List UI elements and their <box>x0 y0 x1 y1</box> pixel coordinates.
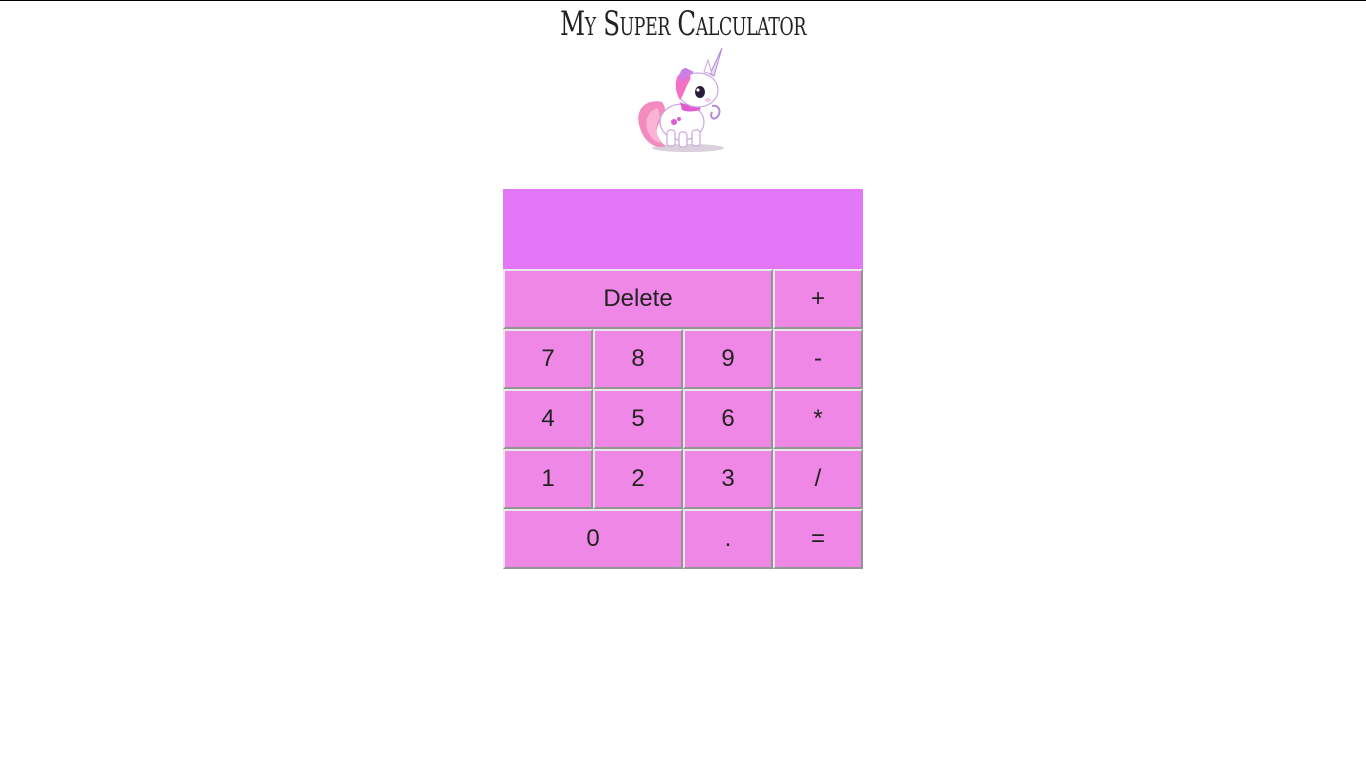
plus-button[interactable]: + <box>773 269 863 329</box>
calculator-display <box>503 189 863 269</box>
digit-0-button[interactable]: 0 <box>503 509 683 569</box>
digit-2-button[interactable]: 2 <box>593 449 683 509</box>
equals-button[interactable]: = <box>773 509 863 569</box>
delete-button[interactable]: Delete <box>503 269 773 329</box>
decimal-point-button[interactable]: . <box>683 509 773 569</box>
digit-8-button[interactable]: 8 <box>593 329 683 389</box>
digit-7-button[interactable]: 7 <box>503 329 593 389</box>
digit-3-button[interactable]: 3 <box>683 449 773 509</box>
digit-5-button[interactable]: 5 <box>593 389 683 449</box>
divide-button[interactable]: / <box>773 449 863 509</box>
top-border-line <box>0 0 1366 1</box>
digit-9-button[interactable]: 9 <box>683 329 773 389</box>
unicorn-icon <box>634 46 730 156</box>
digit-1-button[interactable]: 1 <box>503 449 593 509</box>
multiply-button[interactable]: * <box>773 389 863 449</box>
keypad: Delete + 7 8 9 - 4 5 6 * 1 2 3 / 0 . = <box>503 269 863 569</box>
minus-button[interactable]: - <box>773 329 863 389</box>
page-title: My Super Calculator <box>560 4 806 44</box>
digit-6-button[interactable]: 6 <box>683 389 773 449</box>
calculator: Delete + 7 8 9 - 4 5 6 * 1 2 3 / 0 . = <box>503 189 863 569</box>
digit-4-button[interactable]: 4 <box>503 389 593 449</box>
